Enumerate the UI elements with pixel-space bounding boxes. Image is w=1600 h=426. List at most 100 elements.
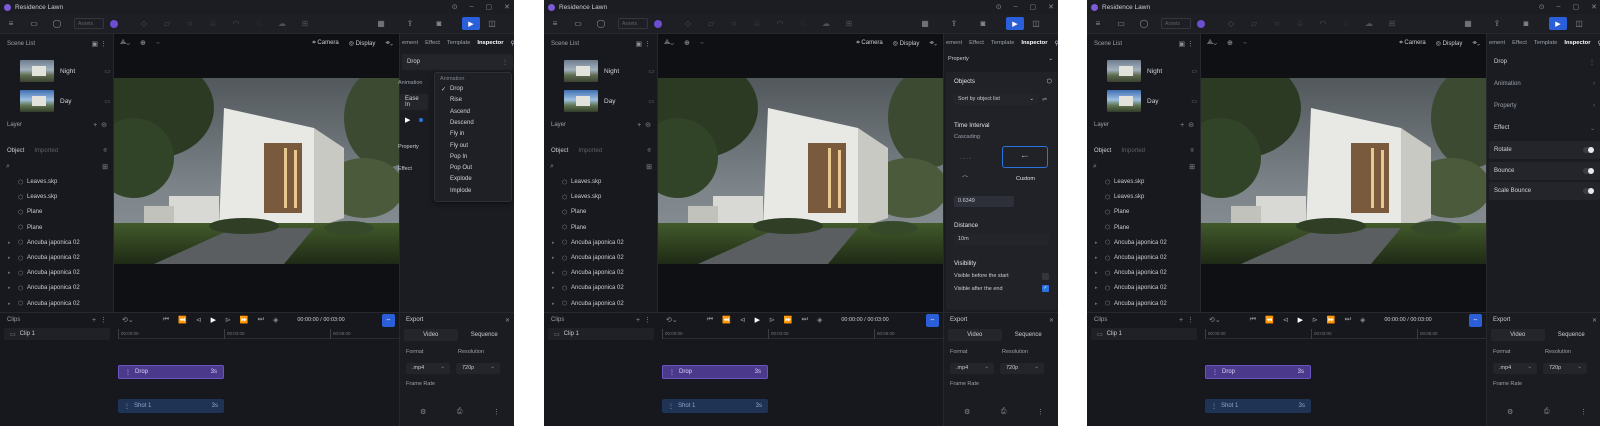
sky-icon[interactable]: ☁ bbox=[1363, 18, 1375, 30]
timeline-ruler[interactable]: 00:00:00 00:03:00 00:06:00 bbox=[662, 329, 943, 339]
play-button[interactable]: ▶ bbox=[211, 316, 216, 324]
pin-panel-icon[interactable]: ⚲ bbox=[510, 40, 514, 47]
viewport[interactable]: ⟁⌄ ⊕ ⌁ ⌗ Camera ◎ Display ⌯⌄ bbox=[1201, 34, 1486, 312]
loop-icon[interactable]: ⟲⌄ bbox=[122, 316, 134, 324]
scene-item-night[interactable]: Night ▭ bbox=[564, 60, 654, 82]
model-icon[interactable]: ▱ bbox=[161, 18, 173, 30]
more-icon[interactable]: ⋮ bbox=[502, 59, 508, 66]
light-icon[interactable]: ○ bbox=[184, 18, 196, 30]
add-layer-icon[interactable]: + ⊝ bbox=[93, 121, 107, 129]
step-forward-icon[interactable]: ⊳ bbox=[225, 316, 231, 324]
sort-settings-icon[interactable]: ⇌ bbox=[1042, 96, 1047, 103]
clip-item[interactable]: ▭ Clip 1 bbox=[548, 328, 654, 340]
add-clip-icon[interactable]: + ⋮ bbox=[92, 316, 107, 324]
filter-icon[interactable]: ⌾ bbox=[647, 148, 651, 155]
tab-template[interactable]: Template bbox=[447, 40, 471, 46]
camera-menu[interactable]: ⌗ Camera bbox=[856, 40, 882, 47]
object-item[interactable]: ▸ ⬡ Ancuba japonica 02 bbox=[552, 298, 652, 310]
object-item[interactable]: ▸ ⬡ Ancuba japonica 02 bbox=[8, 298, 108, 310]
object-item[interactable]: ▸ ⬡ Ancuba japonica 02 bbox=[8, 282, 108, 294]
more-icon[interactable]: ⋮ bbox=[1589, 59, 1595, 66]
preview-play-button[interactable]: ▶ bbox=[405, 116, 410, 124]
camera-toggle-icon[interactable]: ▭ bbox=[104, 98, 110, 105]
object-item[interactable]: ⬡ Leaves.skp bbox=[8, 176, 108, 188]
next-frame-icon[interactable]: ⏩ bbox=[784, 316, 793, 324]
tab-object[interactable]: Object bbox=[551, 148, 568, 154]
play-button[interactable]: ▶ bbox=[1298, 316, 1303, 324]
minimize-button[interactable]: – bbox=[1557, 3, 1561, 11]
object-item[interactable]: ▸ ⬡ Ancuba japonica 02 bbox=[552, 237, 652, 249]
scene-item-day[interactable]: Day ▭ bbox=[1107, 90, 1197, 112]
prev-frame-icon[interactable]: ⏪ bbox=[722, 316, 731, 324]
expand-icon[interactable]: ▸ bbox=[552, 285, 562, 291]
maximize-button[interactable]: ▢ bbox=[486, 3, 493, 11]
chat-icon[interactable]: ◯ bbox=[1138, 18, 1150, 30]
link-icon[interactable]: ⌁ bbox=[700, 39, 704, 47]
model-icon[interactable]: ▱ bbox=[705, 18, 717, 30]
ai-orb-icon[interactable] bbox=[110, 19, 118, 28]
scene-item-day[interactable]: Day ▭ bbox=[564, 90, 654, 112]
view-options-icon[interactable]: ⌯⌄ bbox=[385, 40, 393, 47]
expand-icon[interactable]: ▸ bbox=[8, 270, 18, 276]
camera-toggle-icon[interactable]: ▭ bbox=[648, 68, 654, 75]
menu-icon[interactable]: ≡ bbox=[1092, 18, 1104, 30]
clip-item[interactable]: ▭ Clip 1 bbox=[1091, 328, 1197, 340]
filter-icon[interactable]: ⌾ bbox=[1190, 148, 1194, 155]
viewport[interactable]: ⟁⌄ ⊕ ⌁ ⌗ Camera ◎ Display ⌯⌄ bbox=[658, 34, 943, 312]
fit-timeline-button[interactable]: ⇔ bbox=[926, 313, 939, 327]
link-icon[interactable]: ⌁ bbox=[1243, 39, 1247, 47]
effect-toggle[interactable] bbox=[1583, 188, 1594, 194]
measure-icon[interactable]: ⊞ bbox=[299, 18, 311, 30]
distance-input[interactable]: 10m bbox=[954, 234, 1049, 245]
plant-icon[interactable]: ♧ bbox=[1294, 18, 1306, 30]
add-layer-icon[interactable]: + ⊝ bbox=[1180, 121, 1194, 129]
camera-toggle-icon[interactable]: ▭ bbox=[104, 68, 110, 75]
light-icon[interactable]: ○ bbox=[1271, 18, 1283, 30]
camera-menu[interactable]: ⌗ Camera bbox=[312, 40, 338, 47]
object-search[interactable]: ⌕ ⊞ bbox=[6, 162, 108, 172]
assets-search-input[interactable]: Assets bbox=[1161, 18, 1191, 29]
expand-icon[interactable]: ▸ bbox=[8, 255, 18, 261]
globe-icon[interactable]: ⊕ bbox=[684, 39, 690, 47]
camera-icon[interactable]: ◙ bbox=[977, 18, 989, 30]
dropdown-item[interactable]: Pop Out bbox=[450, 165, 472, 171]
video-mode-button[interactable]: ▶ bbox=[1006, 17, 1024, 30]
pin-icon[interactable]: ⊙ bbox=[452, 3, 458, 11]
add-clip-icon[interactable]: + ⋮ bbox=[1179, 316, 1194, 324]
chat-icon[interactable]: ◯ bbox=[51, 18, 63, 30]
store-icon[interactable]: ▦ bbox=[1462, 18, 1474, 30]
keyframe-icon[interactable]: ◈ bbox=[273, 316, 278, 324]
water-icon[interactable]: ◌ bbox=[797, 18, 809, 30]
effect-toggle[interactable] bbox=[1583, 147, 1594, 153]
export-icon[interactable]: ⇪ bbox=[948, 18, 960, 30]
render-export-icon[interactable]: ⎙ bbox=[1544, 408, 1550, 416]
scene-item-night[interactable]: Night ▭ bbox=[1107, 60, 1197, 82]
object-item[interactable]: ⬡ Leaves.skp bbox=[552, 176, 652, 188]
expand-icon[interactable]: ▸ bbox=[552, 301, 562, 307]
object-item[interactable]: ⬡ Plane bbox=[1095, 206, 1195, 218]
viewport[interactable]: ⟁⌄ ⊕ ⌁ ⌗ Camera ◎ Display ⌯⌄ bbox=[114, 34, 399, 312]
model-icon[interactable]: ▱ bbox=[1248, 18, 1260, 30]
close-export-icon[interactable]: ✕ bbox=[1049, 317, 1054, 324]
pin-icon[interactable]: ⊙ bbox=[996, 3, 1002, 11]
water-icon[interactable]: ◌ bbox=[1340, 18, 1352, 30]
close-button[interactable]: ✕ bbox=[1591, 3, 1597, 11]
drag-handle-icon[interactable]: ⋮ bbox=[125, 369, 131, 376]
scene-options-icon[interactable]: ▣ ⋮ bbox=[91, 40, 107, 48]
cube-icon[interactable]: ⬡ bbox=[1047, 78, 1052, 85]
object-item[interactable]: ⬡ Leaves.skp bbox=[1095, 176, 1195, 188]
tab-inspector[interactable]: Inspector bbox=[1021, 40, 1047, 46]
grid-view-icon[interactable]: ⊞ bbox=[1189, 163, 1195, 171]
drag-handle-icon[interactable]: ⋮ bbox=[124, 403, 130, 410]
property-section[interactable]: Property › bbox=[1489, 98, 1600, 114]
transform-gizmo-icon[interactable]: ⟁⌄ bbox=[1207, 39, 1217, 47]
tab-imported[interactable]: Imported bbox=[34, 148, 58, 154]
timeline-ruler[interactable]: 00:00:00 00:03:00 00:06:00 bbox=[118, 329, 399, 339]
tab-video[interactable]: Video bbox=[404, 329, 458, 341]
cascade-pattern-wave-icon[interactable]: ⌒ bbox=[962, 174, 968, 183]
step-back-icon[interactable]: ⊲ bbox=[196, 316, 202, 324]
resolution-select[interactable]: 720p bbox=[456, 362, 500, 374]
object-item[interactable]: ▸ ⬡ Ancuba japonica 02 bbox=[1095, 237, 1195, 249]
expand-icon[interactable]: ▸ bbox=[1095, 285, 1105, 291]
video-mode-button[interactable]: ▶ bbox=[462, 17, 480, 30]
